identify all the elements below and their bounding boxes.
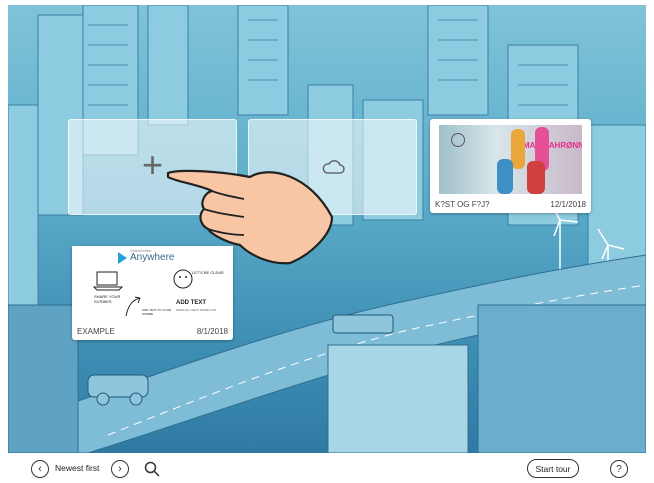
app-window: + MAMMAHRØNN K?ST OG F?J? 12/1/2018 Vide… [0,0,654,483]
face-sketch-icon [173,269,193,289]
help-label: ? [616,463,622,475]
start-tour-button[interactable]: Start tour [527,459,579,478]
card-title: K?ST OG F?J? [435,199,490,209]
help-button[interactable]: ? [610,460,628,478]
person-figure [527,161,545,194]
sort-order-label: Newest first [55,463,100,473]
play-logo-icon [118,252,127,264]
arrow-sketch-icon [125,296,141,317]
sort-next-button[interactable]: › [111,460,129,478]
chevron-right-icon: › [118,463,122,475]
arrow-caption: ADD TEXT TO YOUR SCRIBE [142,308,172,316]
video-card-kost-og-fjo[interactable]: MAMMAHRØNN K?ST OG F?J? 12/1/2018 [430,119,591,213]
person-figure [511,129,525,169]
sort-previous-button[interactable]: ‹ [31,460,49,478]
add-text-sublabel: MAKE ALL TEXT STAND OUT [176,308,217,312]
search-icon[interactable] [144,461,160,477]
band-logo [451,133,465,147]
laptop-sketch-icon [92,271,124,291]
card-footer: EXAMPLE 8/1/2018 [72,322,233,340]
card-title: EXAMPLE [77,326,115,336]
background-city-illustration: + MAMMAHRØNN K?ST OG F?J? 12/1/2018 Vide… [8,5,646,453]
chevron-left-icon: ‹ [38,463,42,475]
video-thumbnail: MAMMAHRØNN [439,125,582,194]
card-footer: K?ST OG F?J? 12/1/2018 [430,195,591,213]
add-text-label: ADD TEXT [176,300,206,306]
card-date: 8/1/2018 [196,326,228,336]
thumbnail-title: MAMMAHRØNN [523,141,582,150]
card-date: 12/1/2018 [550,199,586,209]
person-figure [497,159,513,194]
pointing-hand-icon [166,169,334,265]
